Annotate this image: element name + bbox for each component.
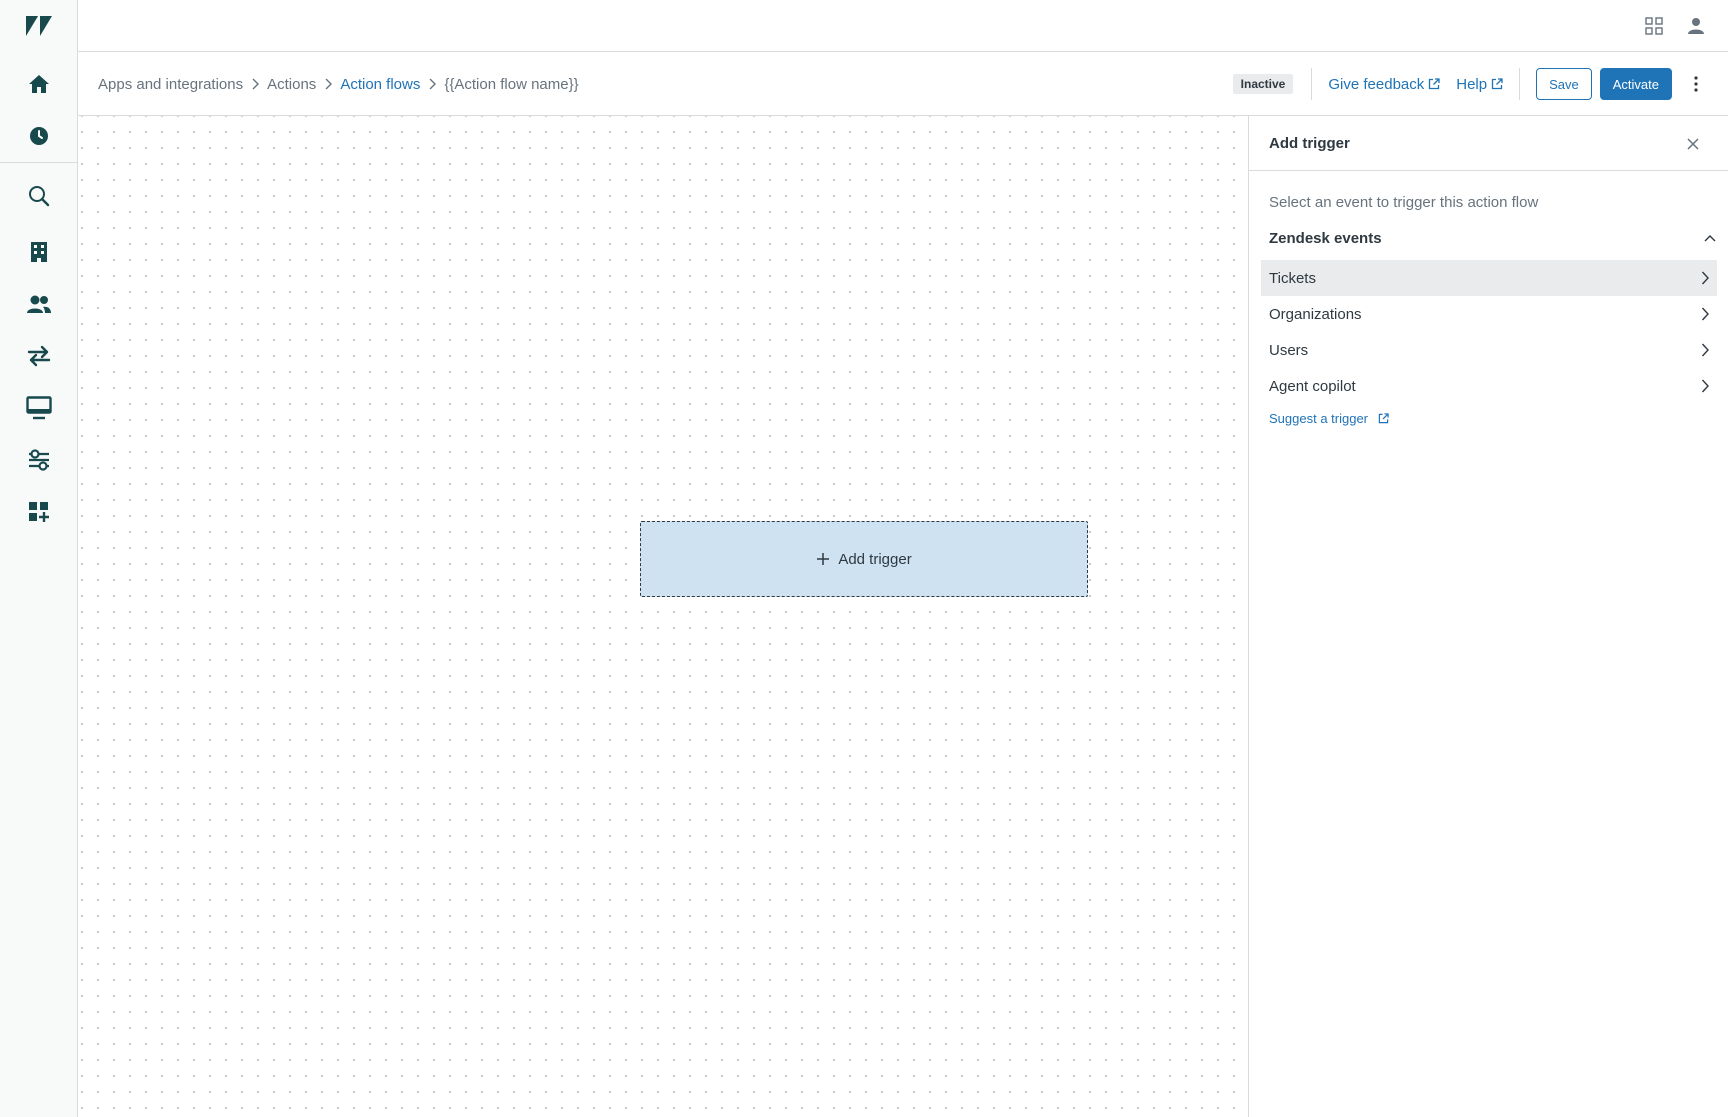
activate-button[interactable]: Activate (1599, 68, 1672, 100)
breadcrumb: Apps and integrations Actions Action flo… (98, 52, 579, 116)
event-tickets[interactable]: Tickets (1261, 260, 1717, 296)
panel-title: Add trigger (1269, 135, 1350, 152)
chevron-right-icon (1701, 343, 1709, 357)
give-feedback-label: Give feedback (1328, 75, 1425, 93)
chevron-up-icon (1704, 235, 1716, 242)
sliders-icon[interactable] (0, 434, 78, 486)
building-icon[interactable] (0, 226, 78, 278)
event-label: Organizations (1269, 305, 1362, 323)
page-header: Apps and integrations Actions Action flo… (78, 52, 1728, 116)
breadcrumb-actions[interactable]: Actions (267, 76, 316, 93)
help-label: Help (1456, 75, 1488, 93)
external-link-icon (1378, 413, 1389, 424)
event-users[interactable]: Users (1261, 332, 1717, 368)
event-organizations[interactable]: Organizations (1261, 296, 1717, 332)
breadcrumb-apps-and-integrations[interactable]: Apps and integrations (98, 76, 243, 93)
section-title: Zendesk events (1269, 229, 1382, 247)
transfer-arrows-icon[interactable] (0, 330, 78, 382)
chevron-right-icon (1701, 307, 1709, 321)
people-icon[interactable] (0, 278, 78, 330)
plus-icon (817, 553, 830, 565)
user-icon[interactable] (1680, 10, 1712, 42)
zendesk-events-toggle[interactable]: Zendesk events (1269, 224, 1716, 252)
external-link-icon (1491, 78, 1503, 90)
header-actions: Inactive Give feedback Help Save Activat… (1232, 52, 1708, 116)
add-trigger-label: Add trigger (838, 550, 912, 568)
add-trigger-panel: Add trigger Select an event to trigger t… (1248, 116, 1728, 1117)
suggest-trigger-label: Suggest a trigger (1269, 411, 1369, 426)
chevron-right-icon (251, 78, 260, 90)
suggest-trigger-link[interactable]: Suggest a trigger (1269, 411, 1389, 426)
home-icon[interactable] (0, 58, 78, 110)
status-badge: Inactive (1232, 74, 1294, 94)
close-icon[interactable] (1681, 132, 1705, 156)
panel-hint: Select an event to trigger this action f… (1269, 194, 1539, 211)
chevron-right-icon (428, 78, 437, 90)
clock-icon[interactable] (0, 110, 78, 162)
add-trigger-placeholder[interactable]: Add trigger (640, 521, 1088, 597)
help-link[interactable]: Help (1456, 76, 1503, 93)
more-options-icon[interactable] (1684, 68, 1708, 100)
chevron-right-icon (1701, 379, 1709, 393)
event-label: Tickets (1269, 269, 1316, 287)
breadcrumb-action-flows[interactable]: Action flows (340, 76, 420, 93)
divider (1311, 68, 1313, 100)
breadcrumb-current-flow: {{Action flow name}} (444, 75, 579, 93)
apps-add-icon[interactable] (0, 486, 78, 538)
external-link-icon (1429, 78, 1440, 90)
divider (1519, 68, 1521, 100)
save-button[interactable]: Save (1536, 68, 1592, 100)
primary-nav (0, 0, 78, 1117)
event-label: Agent copilot (1269, 377, 1356, 395)
zendesk-logo-icon[interactable] (0, 0, 78, 52)
give-feedback-link[interactable]: Give feedback (1328, 76, 1440, 93)
event-agent-copilot[interactable]: Agent copilot (1261, 368, 1717, 404)
chevron-right-icon (1701, 271, 1709, 285)
top-bar (78, 0, 1728, 52)
search-icon[interactable] (0, 170, 78, 222)
monitor-icon[interactable] (0, 382, 78, 434)
flow-canvas[interactable]: Add trigger (78, 116, 1248, 1117)
event-label: Users (1269, 341, 1309, 359)
chevron-right-icon (324, 78, 333, 90)
grid-icon[interactable] (1638, 10, 1670, 42)
panel-header: Add trigger (1249, 116, 1728, 171)
nav-divider (0, 162, 77, 163)
